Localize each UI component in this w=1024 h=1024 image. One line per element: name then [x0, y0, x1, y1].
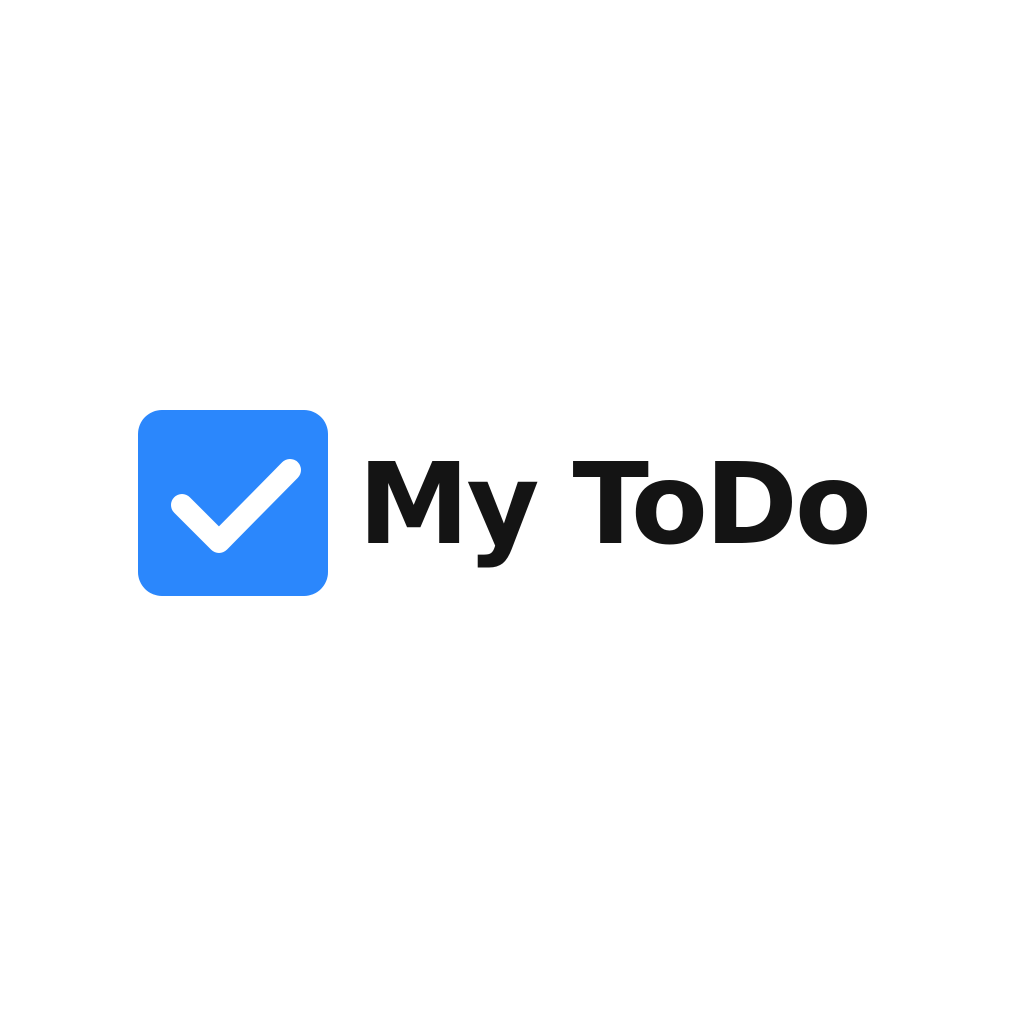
app-name: My ToDo [358, 440, 872, 570]
checkmark-icon [171, 459, 301, 553]
logo-canvas: My ToDo [0, 0, 1024, 1024]
logo-badge [138, 410, 328, 596]
app-logo: My ToDo [138, 410, 872, 596]
